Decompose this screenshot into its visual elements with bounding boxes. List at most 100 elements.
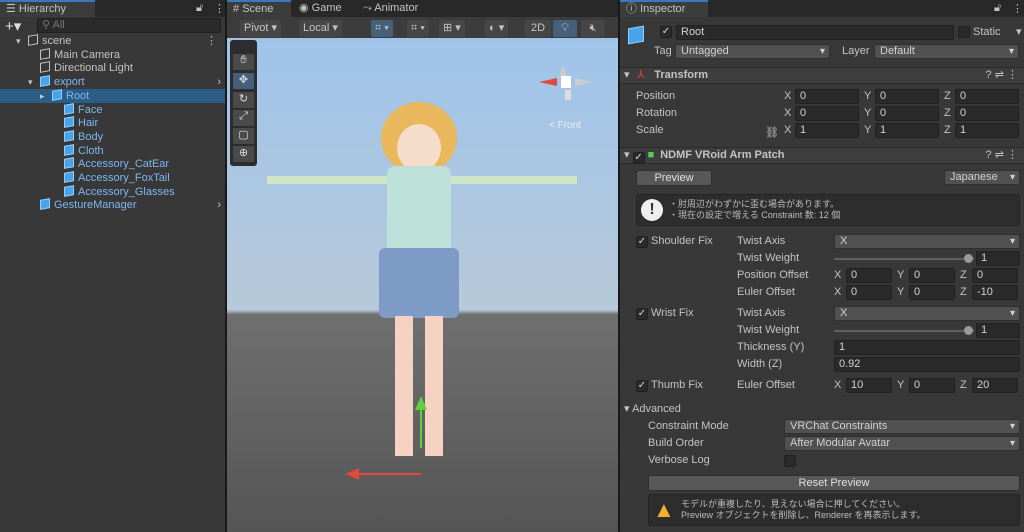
scene-viewport[interactable]: ✋︎ ✥ ↻ ⤢ ▢ ⊕ < Front: [227, 38, 618, 532]
hierarchy-panel: ☰ Hierarchy 🔓︎ ⋮ +▾ ⚲ All ▾ scene ⋮ Main Ca…: [0, 0, 225, 532]
tag-dropdown[interactable]: Untagged: [675, 44, 830, 59]
width-field[interactable]: 0.92: [834, 357, 1020, 372]
lock-icon[interactable]: 🔓︎: [196, 2, 203, 15]
chevron-right-icon[interactable]: ›: [217, 75, 221, 89]
wrist-fix-checkbox[interactable]: ✓: [636, 308, 648, 320]
build-order-dropdown[interactable]: After Modular Avatar: [784, 436, 1020, 451]
lighting-toggle[interactable]: 💡︎: [553, 20, 577, 37]
scale-link-icon[interactable]: ⛓︎: [765, 126, 779, 139]
shoulder-twist-axis-dropdown[interactable]: X: [834, 234, 1020, 249]
hierarchy-item[interactable]: Main Camera: [0, 47, 225, 62]
grid-snap-button[interactable]: ⌗ ▾: [371, 20, 393, 37]
local-dropdown[interactable]: Local ▾: [299, 20, 342, 37]
add-button[interactable]: +▾: [5, 17, 21, 35]
lock-icon[interactable]: 🔓︎: [994, 2, 1001, 15]
foldout-icon[interactable]: ▾: [16, 34, 21, 48]
hierarchy-item[interactable]: Hair: [0, 116, 225, 130]
more-icon[interactable]: ⋮: [206, 34, 217, 48]
hierarchy-item-label: GestureManager: [54, 199, 137, 212]
shoulder-fix-checkbox[interactable]: ✓: [636, 236, 648, 248]
shoulder-euler-offset-z-field[interactable]: -10: [972, 285, 1018, 300]
preview-button[interactable]: Preview: [636, 170, 712, 186]
arm-patch-header[interactable]: ▾ ✓ ■ NDMF VRoid Arm Patch ? ⇌ ⋮: [620, 147, 1024, 164]
foldout-icon[interactable]: ▸: [40, 89, 45, 103]
foldout-icon[interactable]: ▾: [28, 75, 33, 89]
shoulder-position-offset-x-field[interactable]: 0: [846, 268, 892, 283]
component-menu-icons[interactable]: ? ⇌ ⋮: [986, 148, 1018, 163]
tab-scene[interactable]: # Scene: [227, 0, 291, 17]
hierarchy-item[interactable]: GestureManager ›: [0, 198, 225, 212]
wrist-twist-axis-dropdown[interactable]: X: [834, 306, 1020, 321]
transform-rotation-y-field[interactable]: 0: [875, 106, 939, 121]
hierarchy-item[interactable]: Cloth: [0, 143, 225, 158]
verbose-log-checkbox[interactable]: [784, 455, 796, 467]
chevron-right-icon[interactable]: ›: [217, 198, 221, 212]
axis-x-label: X: [834, 269, 842, 281]
script-icon: ■: [644, 149, 655, 161]
reset-preview-button[interactable]: Reset Preview: [648, 475, 1020, 491]
transform-scale-x-field[interactable]: 1: [795, 123, 859, 138]
shading-dropdown[interactable]: ◐ ▾: [485, 20, 509, 37]
transform-position-x-field[interactable]: 0: [795, 89, 859, 104]
language-dropdown[interactable]: Japanese: [944, 170, 1020, 185]
transform-scale-y-field[interactable]: 1: [875, 123, 939, 138]
audio-toggle[interactable]: 🔇︎: [581, 20, 605, 37]
shoulder-position-offset-z-field[interactable]: 0: [972, 268, 1018, 283]
hierarchy-item[interactable]: ▸ Root: [0, 88, 225, 103]
axis-z-label: Z: [944, 90, 951, 102]
layer-dropdown[interactable]: Default: [874, 44, 1019, 59]
static-label: Static: [973, 26, 1001, 38]
transform-scale-z-field[interactable]: 1: [955, 123, 1019, 138]
hierarchy-item[interactable]: ▾ scene ⋮: [0, 34, 225, 48]
thickness-field[interactable]: 1: [834, 340, 1020, 355]
tab-animator[interactable]: ⤳ Animator: [357, 0, 424, 17]
static-dropdown[interactable]: ▾: [1016, 25, 1022, 38]
wrist-twist-weight-slider[interactable]: [834, 323, 974, 338]
transform-rotation-label: Rotation: [636, 107, 677, 119]
transform-rotation-z-field[interactable]: 0: [955, 106, 1019, 121]
constraint-mode-dropdown[interactable]: VRChat Constraints: [784, 419, 1020, 434]
hierarchy-item[interactable]: Body: [0, 130, 225, 144]
hierarchy-item[interactable]: Face: [0, 102, 225, 117]
transform-position-z-field[interactable]: 0: [955, 89, 1019, 104]
prefab-icon: [40, 75, 50, 87]
tab-game[interactable]: ◉ Game: [293, 0, 348, 17]
shoulder-twist-weight-slider[interactable]: [834, 251, 974, 266]
hierarchy-item[interactable]: Accessory_FoxTail: [0, 171, 225, 185]
more-icon[interactable]: ⋮: [1012, 2, 1023, 15]
component-enabled-checkbox[interactable]: ✓: [632, 152, 645, 164]
shoulder-position-offset-y-field[interactable]: 0: [909, 268, 955, 283]
active-checkbox[interactable]: ✓: [660, 26, 672, 38]
pivot-dropdown[interactable]: Pivot ▾: [240, 20, 282, 37]
hierarchy-item[interactable]: Accessory_CatEar: [0, 157, 225, 171]
hierarchy-item-label: Accessory_Glasses: [78, 185, 175, 198]
thumb-euler-offset-x-field[interactable]: 10: [846, 378, 892, 393]
transform-position-y-field[interactable]: 0: [875, 89, 939, 104]
axis-z-label: Z: [960, 286, 967, 298]
name-field[interactable]: Root: [676, 25, 954, 40]
tab-hierarchy[interactable]: ☰ Hierarchy: [0, 0, 95, 17]
wrist-twist-weight-field[interactable]: 1: [976, 323, 1020, 338]
component-menu-icons[interactable]: ? ⇌ ⋮: [986, 68, 1018, 83]
ruler-button[interactable]: ⊞ ▾: [439, 20, 465, 37]
thumb-euler-offset-y-field[interactable]: 0: [909, 378, 955, 393]
tab-inspector[interactable]: ⓘ Inspector: [620, 0, 708, 17]
thumb-fix-checkbox[interactable]: ✓: [636, 380, 648, 392]
shoulder-euler-offset-y-field[interactable]: 0: [909, 285, 955, 300]
transform-rotation-x-field[interactable]: 0: [795, 106, 859, 121]
hierarchy-item[interactable]: Directional Light: [0, 61, 225, 75]
hierarchy-search-input[interactable]: ⚲ All: [37, 18, 221, 33]
more-icon[interactable]: ⋮: [214, 2, 225, 15]
static-checkbox[interactable]: [958, 26, 970, 38]
2d-toggle[interactable]: 2D: [525, 20, 551, 37]
hierarchy-item[interactable]: Accessory_Glasses: [0, 184, 225, 199]
increment-snap-button[interactable]: ⌗ ▾: [407, 20, 429, 37]
thumb-euler-offset-z-field[interactable]: 20: [972, 378, 1018, 393]
hierarchy-item[interactable]: ▾ export ›: [0, 75, 225, 89]
transform-header[interactable]: ▾ ⅄ Transform ? ⇌ ⋮: [620, 67, 1024, 84]
shoulder-twist-weight-field[interactable]: 1: [976, 251, 1020, 266]
shoulder-euler-offset-x-field[interactable]: 0: [846, 285, 892, 300]
advanced-foldout[interactable]: ▾ Advanced: [624, 402, 681, 417]
character-model: [267, 102, 577, 480]
hierarchy-title: Hierarchy: [18, 3, 66, 15]
